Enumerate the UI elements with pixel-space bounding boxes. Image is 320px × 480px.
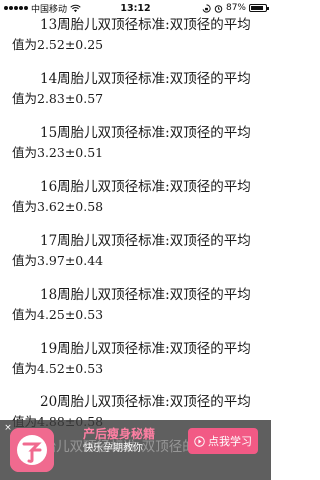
rotation-lock-icon	[202, 3, 211, 13]
list-item: 16周胎儿双顶径标准:双顶径的平均 值为3.62±0.58	[12, 179, 251, 214]
play-icon	[194, 435, 205, 447]
app-logo-icon	[10, 428, 54, 472]
ad-title: 产后瘦身秘籍	[83, 427, 156, 441]
list-item: 17周胎儿双顶径标准:双顶径的平均 值为3.97±0.44	[12, 233, 251, 268]
list-item: 14周胎儿双顶径标准:双顶径的平均 值为2.83±0.57	[12, 71, 251, 106]
carrier-name: 中国移动	[31, 4, 68, 15]
learn-button[interactable]: 点我学习	[188, 428, 258, 454]
list-item: 18周胎儿双顶径标准:双顶径的平均 值为4.25±0.53	[12, 287, 251, 322]
list-item: 13周胎儿双顶径标准:双顶径的平均 值为2.52±0.25	[12, 17, 251, 52]
battery-icon	[249, 4, 269, 12]
alarm-clock-icon	[214, 4, 223, 13]
list-item: 19周胎儿双顶径标准:双顶径的平均 值为4.52±0.53	[12, 341, 251, 376]
ad-subtitle: 快乐孕期教你	[83, 443, 143, 454]
ad-banner[interactable]: 21周胎儿双顶径标准:双顶径的平均 × 产后瘦身秘籍 快乐孕期教你 点我学习	[0, 420, 271, 480]
status-bar: 中国移动 13:12 87%	[0, 0, 271, 16]
learn-button-label: 点我学习	[208, 436, 252, 448]
wifi-icon	[70, 4, 81, 12]
list-item: 15周胎儿双顶径标准:双顶径的平均 值为3.23±0.51	[12, 125, 251, 160]
battery-percent: 87%	[225, 3, 246, 13]
signal-strength-icon	[4, 6, 28, 10]
